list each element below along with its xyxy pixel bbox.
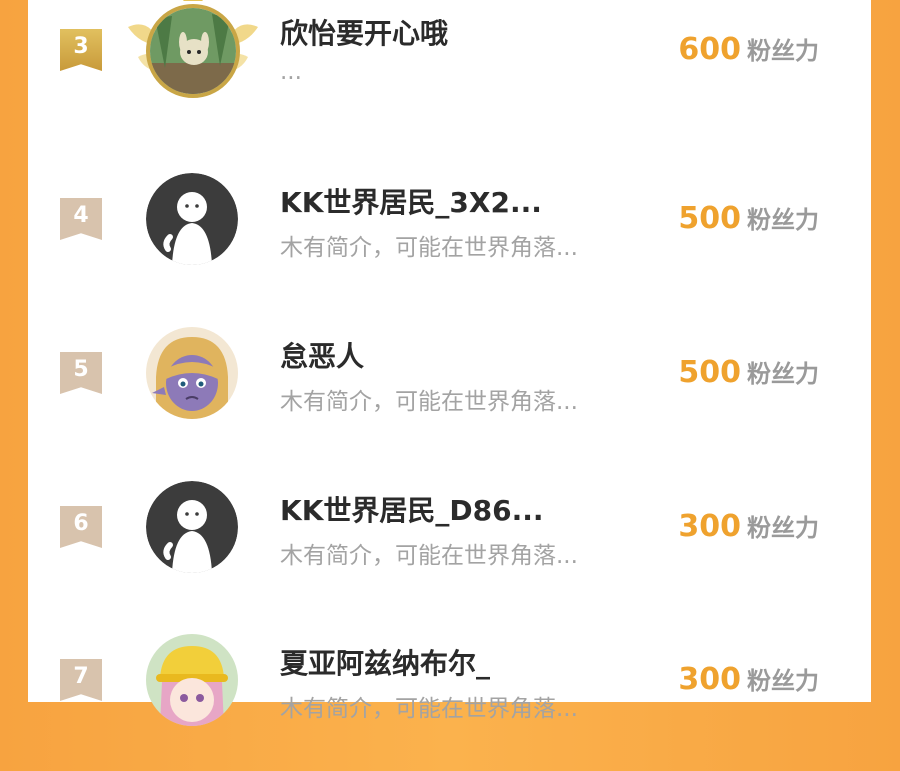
ranking-row[interactable]: 6 KK世界居民_D86... 木有简介，可能在世界角落... 300 粉丝力 <box>28 464 871 618</box>
fan-score: 500 粉丝力 <box>678 200 819 236</box>
default-user-icon <box>146 481 238 573</box>
fan-ranking-panel: 3 欣怡要开心哦 ... 600 粉丝力 4 KK世界居民_3X2... 木有简… <box>28 0 871 726</box>
fan-score-value: 500 <box>678 201 741 236</box>
fan-score: 300 粉丝力 <box>678 661 819 697</box>
ranking-row[interactable]: 5 怠恶人 木有简介，可能在世界角落... 500 粉丝力 <box>28 310 871 464</box>
user-avatar[interactable] <box>146 173 238 265</box>
user-avatar[interactable] <box>146 4 240 98</box>
user-bio: 木有简介，可能在世界角落... <box>280 696 578 722</box>
user-bio: 木有简介，可能在世界角落... <box>280 235 578 261</box>
fan-score-value: 500 <box>678 355 741 390</box>
ranking-row[interactable]: 4 KK世界居民_3X2... 木有简介，可能在世界角落... 500 粉丝力 <box>28 156 871 310</box>
user-bio: 木有简介，可能在世界角落... <box>280 389 578 415</box>
rank-badge: 7 <box>60 659 102 701</box>
user-name[interactable]: 夏亚阿兹纳布尔_ <box>280 642 490 682</box>
user-bio: 木有简介，可能在世界角落... <box>280 543 578 569</box>
fan-score-value: 300 <box>678 509 741 544</box>
user-avatar[interactable] <box>146 634 238 726</box>
fan-score: 600 粉丝力 <box>678 31 819 67</box>
fan-score-unit: 粉丝力 <box>747 206 819 234</box>
user-name[interactable]: 欣怡要开心哦 <box>280 12 448 52</box>
user-name[interactable]: KK世界居民_3X2... <box>280 181 542 221</box>
user-avatar[interactable] <box>146 481 238 573</box>
ranking-row[interactable]: 3 欣怡要开心哦 ... 600 粉丝力 <box>28 0 871 141</box>
rank-badge: 6 <box>60 506 102 548</box>
fan-score-value: 600 <box>678 32 741 67</box>
fan-score: 500 粉丝力 <box>678 354 819 390</box>
rank-badge: 3 <box>60 29 102 71</box>
default-user-icon <box>146 173 238 265</box>
user-avatar[interactable] <box>146 327 238 419</box>
anime-girl-hat-icon <box>146 634 238 726</box>
user-name[interactable]: 怠恶人 <box>280 335 364 375</box>
fan-score-unit: 粉丝力 <box>747 360 819 388</box>
anime-elf-icon <box>146 327 238 419</box>
ranking-row[interactable]: 7 夏亚阿兹纳布尔_ 木有简介，可能在世界角落... 300 粉丝力 <box>28 617 871 771</box>
rank-badge: 5 <box>60 352 102 394</box>
user-name[interactable]: KK世界居民_D86... <box>280 489 544 529</box>
fan-score-unit: 粉丝力 <box>747 667 819 695</box>
fan-score-unit: 粉丝力 <box>747 37 819 65</box>
fan-score: 300 粉丝力 <box>678 508 819 544</box>
fan-score-value: 300 <box>678 662 741 697</box>
user-bio: ... <box>280 59 302 85</box>
fan-score-unit: 粉丝力 <box>747 514 819 542</box>
rank-badge: 4 <box>60 198 102 240</box>
